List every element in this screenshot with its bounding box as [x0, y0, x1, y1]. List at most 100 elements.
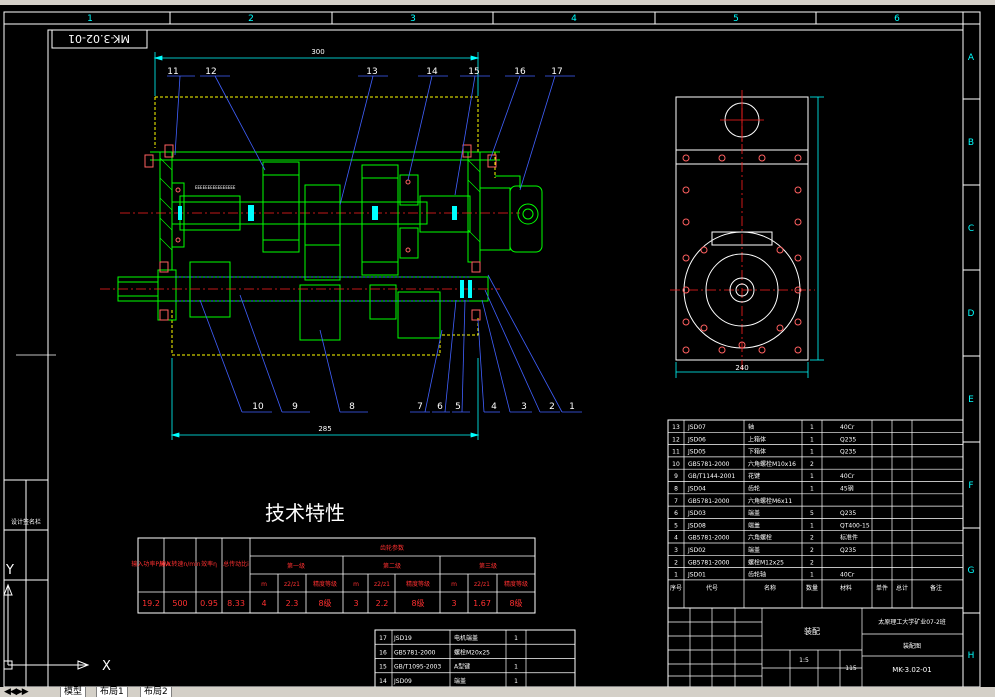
- value-cell: 0.95: [200, 599, 218, 608]
- bom-cell: 齿轮: [748, 485, 760, 493]
- row-label: D: [968, 309, 975, 319]
- part-callout: 7: [417, 402, 423, 412]
- bom-cell: 1: [810, 572, 814, 579]
- bom-cell: 下箱体: [748, 448, 766, 456]
- title-block-drawing-no: MK-3.02-01: [892, 666, 931, 674]
- bom-cell: 40Cr: [840, 473, 855, 480]
- value-cell: 3: [353, 599, 358, 608]
- bom-cell: 六角螺栓: [748, 534, 772, 542]
- bom-cell: JSD02: [687, 547, 706, 554]
- header-efficiency: 效率η: [201, 560, 217, 568]
- title-block-company: 太原理工大学矿业07-2班: [878, 618, 946, 626]
- bom-cell: 端盖: [748, 521, 760, 529]
- bom-cell: 上箱体: [748, 435, 766, 443]
- bom-cell: JSD09: [393, 678, 412, 685]
- bom-cell: 螺栓M20x25: [454, 648, 490, 656]
- gear-large-2: [361, 164, 399, 276]
- row-label: H: [968, 651, 975, 661]
- bom-cell: 40Cr: [840, 572, 855, 579]
- bom-cell: 2: [674, 559, 678, 566]
- bom-cell: 2: [810, 535, 814, 542]
- part-callout: 4: [491, 402, 497, 412]
- bom-cell: 1: [514, 664, 518, 671]
- tab-layout-2[interactable]: 布局2: [140, 687, 172, 697]
- tab-layout-1[interactable]: 布局1: [96, 687, 128, 697]
- bom-cell: 10: [672, 461, 680, 468]
- title-block-scale: 1:5: [799, 657, 809, 664]
- row-label: G: [968, 566, 975, 576]
- stage-header: 第二级: [383, 562, 401, 570]
- part-callout: 14: [426, 67, 438, 77]
- bom-cell: 电机端盖: [454, 634, 478, 642]
- bom-cell: 8: [674, 486, 678, 493]
- main-section-view: 300 EEEEEEEEEEEEEEEE 285 11 12 13 14 15 …: [100, 48, 582, 440]
- bom-cell: 轴: [748, 423, 754, 431]
- bom-cell: Q235: [840, 510, 856, 517]
- sub-header: z2/z1: [374, 581, 390, 588]
- dimension-bottom-value: 285: [318, 425, 331, 433]
- shaft-label: EEEEEEEEEEEEEEEE: [195, 185, 236, 190]
- row-labels: A B C D E F G H: [968, 53, 975, 661]
- bom-cell: 六角螺栓M10x16: [748, 460, 796, 468]
- bom-cell: GB/T1095-2003: [394, 664, 441, 671]
- bom-cell: GB5781-2000: [688, 559, 730, 566]
- tab-model[interactable]: 模型: [60, 687, 87, 697]
- column-label: 5: [733, 14, 739, 24]
- bom-cell: 7: [674, 498, 678, 505]
- bom-header-cell: 名称: [764, 584, 776, 592]
- bom-cell: 1: [810, 473, 814, 480]
- sub-header: z2/z1: [284, 581, 300, 588]
- bom-cell: 2: [810, 461, 814, 468]
- leaders-bottom: [199, 274, 582, 413]
- bom-cell: Q235: [840, 436, 856, 443]
- tab-nav-arrows[interactable]: ◀◀▶▶: [4, 687, 29, 697]
- bom-cell: 1: [810, 522, 814, 529]
- bom-cell: JSD08: [687, 522, 706, 529]
- side-stamp-strip: 设计签名栏: [3, 479, 49, 688]
- bom-cell: JSD06: [687, 436, 706, 443]
- bom-cell: 1: [810, 449, 814, 456]
- part-callout: 2: [549, 402, 555, 412]
- part-callout: 16: [514, 67, 526, 77]
- row-label: A: [968, 53, 975, 63]
- bom-header-cell: 总计: [896, 584, 908, 592]
- rotated-code-box: MK-3.02-01: [51, 29, 148, 49]
- side-view: 240: [670, 90, 824, 378]
- bom-cell: JSD05: [687, 449, 706, 456]
- column-label: 6: [894, 14, 900, 24]
- bom-header-cell: 数量: [806, 584, 818, 592]
- bom-cell: GB5781-2000: [688, 535, 730, 542]
- upper-shaft: [171, 195, 471, 233]
- callouts-bottom: 10 9 8 7 6 5 4 3 2 1: [252, 402, 575, 412]
- bom-cell: 花键: [748, 472, 760, 480]
- value-cell: 500: [172, 599, 187, 608]
- sub-header: m: [261, 581, 267, 588]
- bom-cell: QT400-15: [840, 522, 870, 529]
- bom-cell: 3: [674, 547, 678, 554]
- part-callout: 8: [349, 402, 355, 412]
- lower-bolts: [159, 261, 481, 321]
- bom-cell: 1: [810, 436, 814, 443]
- row-label: F: [968, 481, 973, 491]
- column-label: 3: [410, 14, 416, 24]
- bom-cell: 45钢: [840, 485, 854, 493]
- part-callout: 10: [252, 402, 264, 412]
- bom-cell: 端盖: [748, 509, 760, 517]
- ucs-axes-icon: [3, 583, 90, 670]
- axis-y-label: Y: [5, 563, 14, 578]
- bom-cell: 1: [514, 635, 518, 642]
- bom-cell: JSD01: [687, 572, 706, 579]
- bom-cell: 13: [672, 424, 680, 431]
- part-callout: 3: [521, 402, 527, 412]
- stage-header: 第三级: [479, 562, 497, 570]
- sub-header: 精度等级: [313, 580, 337, 588]
- bom-cell: 11: [672, 449, 680, 456]
- bom-cell: 螺栓M12x25: [748, 558, 784, 566]
- bom-cell: GB5781-2000: [688, 498, 730, 505]
- cad-drawing-canvas[interactable]: 1 2 3 4 5 6 A B C D E F G H MK-3.02-01 设…: [0, 0, 995, 697]
- bom-cell: 6: [674, 510, 678, 517]
- header-input-speed: 输入转速n/min: [159, 560, 200, 568]
- sub-header: m: [353, 581, 359, 588]
- sub-header: 精度等级: [504, 580, 528, 588]
- bom-cell: JSD19: [393, 635, 412, 642]
